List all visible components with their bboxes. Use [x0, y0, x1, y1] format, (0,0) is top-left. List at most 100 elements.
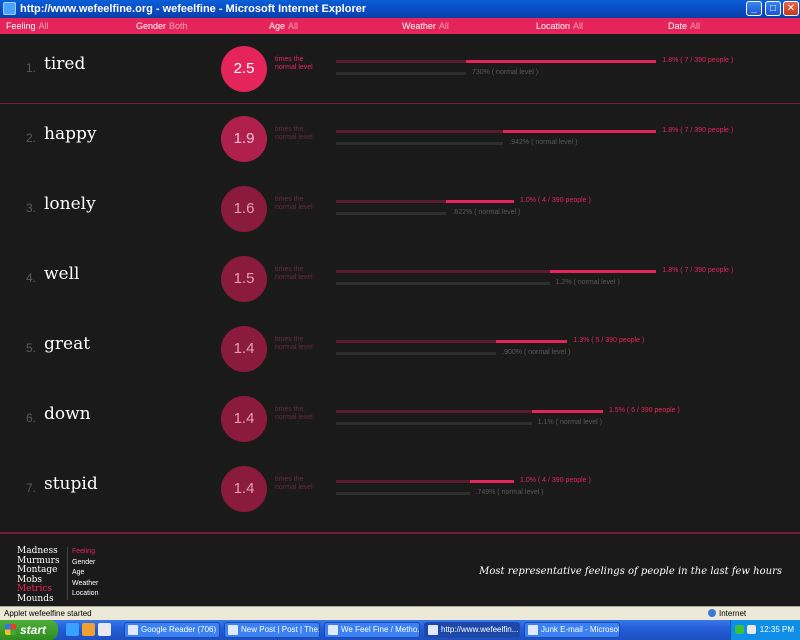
- factor-circle: 1.6: [221, 186, 267, 232]
- feeling-row[interactable]: 4. well 1.5 times the normal level 1.8% ( 7 /…: [0, 244, 800, 314]
- task-ie-active[interactable]: http://www.wefeelfin...: [424, 622, 520, 638]
- nav-item-mounds[interactable]: Mounds: [17, 594, 60, 605]
- window-title: http://www.wefeelfine.org - wefeelfine -…: [20, 3, 367, 15]
- tray-icon[interactable]: [747, 625, 756, 634]
- factor-circle: 2.5: [221, 46, 267, 92]
- feeling-word: great: [44, 334, 91, 354]
- zone-indicator: Internet: [708, 609, 746, 618]
- filter-date[interactable]: Date All: [668, 21, 700, 31]
- feeling-row[interactable]: 7. stupid 1.4 times the normal level 1.0% ( 4…: [0, 454, 800, 524]
- feeling-row[interactable]: 6. down 1.4 times the normal level 1.5% ( 6 /…: [0, 384, 800, 454]
- maximize-button[interactable]: □: [765, 1, 781, 16]
- feeling-rank: 5.: [26, 341, 37, 355]
- metrics-subnav: Feeling Gender Age Weather Location: [67, 547, 98, 600]
- subnav-gender[interactable]: Gender: [72, 558, 98, 569]
- share-bar-baseline: [336, 130, 504, 133]
- view-caption: Most representative feelings of people i…: [479, 566, 782, 577]
- app-icon: [528, 625, 538, 635]
- times-normal-label: times the normal level: [275, 406, 313, 421]
- normal-level-bar: [336, 142, 504, 145]
- desktop-quicklaunch-icon[interactable]: [98, 623, 111, 636]
- feeling-rank: 6.: [26, 411, 37, 425]
- normal-level-bar: [336, 352, 497, 355]
- share-bar-excess: [496, 340, 568, 343]
- ie-quicklaunch-icon[interactable]: [66, 623, 79, 636]
- globe-icon: [708, 609, 716, 617]
- subnav-weather[interactable]: Weather: [72, 579, 98, 590]
- feeling-row[interactable]: 1. tired 2.5 times the normal level 1.8% ( 7 …: [0, 34, 800, 104]
- share-bar-excess: [549, 270, 657, 273]
- share-bar-baseline: [336, 270, 550, 273]
- task-new-post[interactable]: New Post | Post | The...: [224, 622, 320, 638]
- filter-location[interactable]: Location All: [536, 21, 583, 31]
- share-label: 1.8% ( 7 / 390 people ): [662, 267, 734, 274]
- firefox-quicklaunch-icon[interactable]: [82, 623, 95, 636]
- feeling-word: stupid: [44, 474, 98, 494]
- normal-level-bar: [336, 422, 532, 425]
- normal-level-bar: [336, 492, 470, 495]
- normal-level-bar: [336, 212, 447, 215]
- factor-circle: 1.4: [221, 396, 267, 442]
- window-titlebar[interactable]: http://www.wefeelfine.org - wefeelfine -…: [0, 0, 800, 18]
- filter-feeling[interactable]: Feeling All: [6, 21, 49, 31]
- windows-logo-icon: [5, 624, 16, 635]
- app-icon: [428, 625, 438, 635]
- feeling-row[interactable]: 2. happy 1.9 times the normal level 1.8% ( 7 …: [0, 104, 800, 174]
- filter-age[interactable]: Age All: [269, 21, 298, 31]
- feeling-row[interactable]: 5. great 1.4 times the normal level 1.3% ( 5 …: [0, 314, 800, 384]
- factor-circle: 1.9: [221, 116, 267, 162]
- factor-circle: 1.4: [221, 326, 267, 372]
- taskbar: start Google Reader (706) ... New Post |…: [0, 620, 800, 640]
- share-label: 1.5% ( 6 / 390 people ): [609, 407, 680, 414]
- times-normal-label: times the normal level: [275, 476, 313, 491]
- feeling-rank: 3.: [26, 201, 37, 215]
- normal-level-bar: [336, 72, 466, 75]
- share-label: 1.0% ( 4 / 390 people ): [520, 197, 591, 204]
- feeling-rank: 7.: [26, 481, 37, 495]
- feeling-word: down: [44, 404, 91, 424]
- feeling-word: well: [44, 264, 80, 284]
- times-normal-label: times the normal level: [275, 336, 313, 351]
- tray-icon[interactable]: [735, 625, 744, 634]
- system-tray: 12:35 PM: [730, 620, 800, 640]
- filter-bar: Feeling All Gender Both Age All Weather All …: [0, 18, 800, 34]
- factor-circle: 1.5: [221, 256, 267, 302]
- task-we-feel-fine[interactable]: We Feel Fine / Metho...: [324, 622, 420, 638]
- task-google-reader[interactable]: Google Reader (706) ...: [124, 622, 220, 638]
- app-icon: [328, 625, 338, 635]
- filter-gender[interactable]: Gender Both: [136, 21, 188, 31]
- close-button[interactable]: ✕: [783, 1, 799, 16]
- times-normal-label: times the normal level: [275, 266, 313, 281]
- share-bar-excess: [465, 60, 657, 63]
- share-bar-excess: [503, 130, 657, 133]
- subnav-location[interactable]: Location: [72, 589, 98, 600]
- app-icon: [228, 625, 238, 635]
- feeling-row[interactable]: 3. lonely 1.6 times the normal level 1.0% ( 4…: [0, 174, 800, 244]
- feeling-rank: 2.: [26, 131, 37, 145]
- normal-level-bar: [336, 282, 550, 285]
- app-icon: [128, 625, 138, 635]
- minimize-button[interactable]: _: [746, 1, 762, 16]
- normal-level-label: .622% ( normal level ): [452, 209, 521, 216]
- subnav-age[interactable]: Age: [72, 568, 98, 579]
- clock: 12:35 PM: [759, 625, 794, 634]
- wefeelfine-applet: Feeling All Gender Both Age All Weather All …: [0, 18, 800, 606]
- share-bar-baseline: [336, 60, 466, 63]
- times-normal-label: times the normal level: [275, 126, 313, 141]
- share-bar-baseline: [336, 480, 470, 483]
- share-label: 1.8% ( 7 / 390 people ): [662, 127, 734, 134]
- filter-weather[interactable]: Weather All: [402, 21, 449, 31]
- normal-level-label: .749% ( normal level ): [475, 489, 544, 496]
- share-bar-excess: [446, 200, 514, 203]
- times-normal-label: times the normal level: [275, 56, 313, 71]
- status-text: Applet wefeelfine started: [4, 609, 92, 618]
- share-bar-baseline: [336, 410, 532, 413]
- start-button[interactable]: start: [0, 620, 58, 640]
- subnav-feeling[interactable]: Feeling: [72, 547, 98, 558]
- feeling-word: tired: [44, 54, 86, 74]
- share-bar-baseline: [336, 200, 447, 203]
- share-label: 1.0% ( 4 / 390 people ): [520, 477, 591, 484]
- normal-level-label: 1.2% ( normal level ): [555, 279, 620, 286]
- task-junk-email[interactable]: Junk E-mail - Microsof...: [524, 622, 620, 638]
- feeling-rank: 4.: [26, 271, 37, 285]
